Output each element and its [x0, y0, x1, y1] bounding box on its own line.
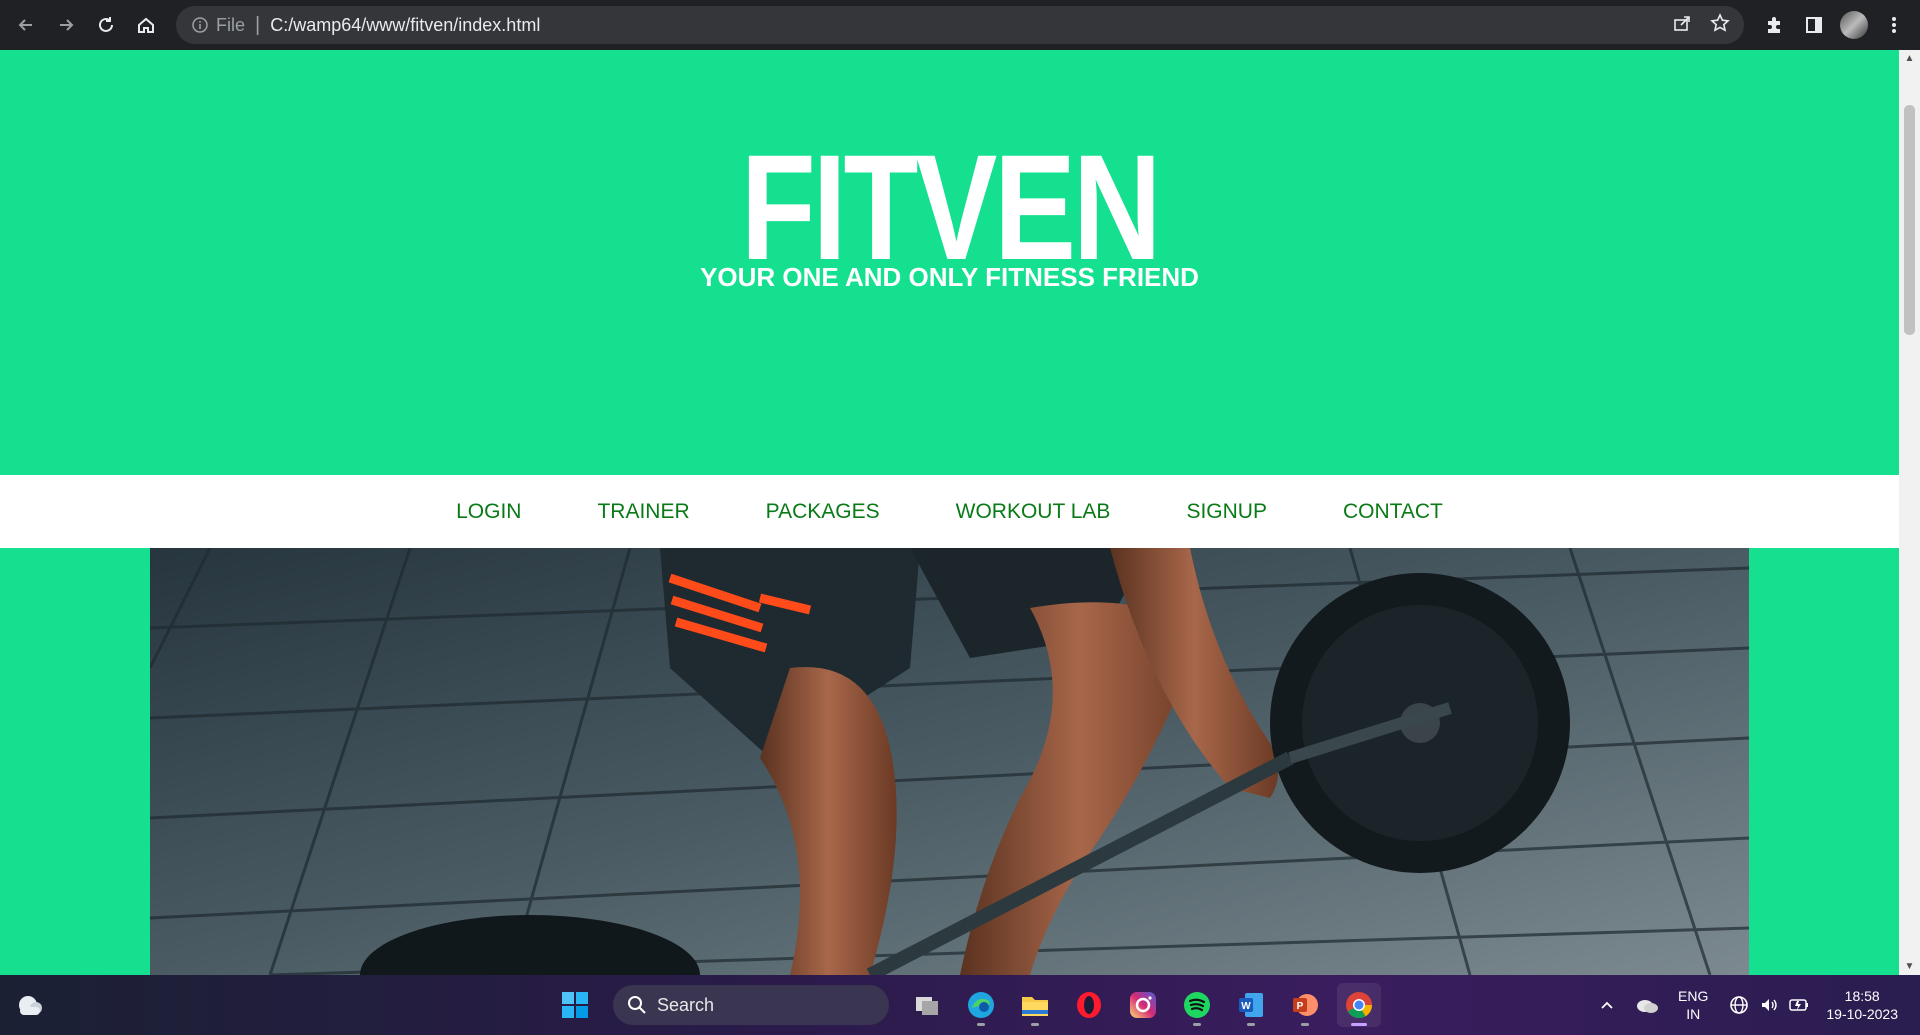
scroll-up-icon[interactable]: ▲ [1899, 50, 1920, 67]
windows-taskbar: Search W P ENG IN 18:58 19-10-2023 [0, 975, 1920, 1035]
extensions-icon[interactable] [1756, 7, 1792, 43]
running-indicator [1351, 1023, 1367, 1026]
share-icon[interactable] [1672, 13, 1692, 38]
avatar [1840, 11, 1868, 39]
nav-packages[interactable]: PACKAGES [728, 500, 918, 524]
spotify-icon [1184, 992, 1210, 1018]
reload-icon [99, 17, 113, 32]
network-icon[interactable] [1724, 990, 1754, 1020]
task-view-button[interactable] [905, 983, 949, 1027]
instagram-app[interactable] [1121, 983, 1165, 1027]
url-text[interactable]: C:/wamp64/www/fitven/index.html [270, 15, 540, 36]
nav-trainer[interactable]: TRAINER [559, 500, 727, 524]
spotify-app[interactable] [1175, 983, 1219, 1027]
nav-workout-lab[interactable]: WORKOUT LAB [918, 500, 1149, 524]
chrome-app[interactable] [1337, 983, 1381, 1027]
task-view-icon [916, 997, 938, 1015]
browser-toolbar: File | C:/wamp64/www/fitven/index.html [0, 0, 1920, 50]
scroll-thumb[interactable] [1904, 105, 1915, 335]
side-panel-icon[interactable] [1796, 7, 1832, 43]
file-explorer-app[interactable] [1013, 983, 1057, 1027]
folder-icon [1022, 997, 1048, 1016]
running-indicator [1301, 1023, 1309, 1026]
running-indicator [1247, 1023, 1255, 1026]
start-button[interactable] [553, 983, 597, 1027]
address-bar[interactable]: File | C:/wamp64/www/fitven/index.html [176, 6, 1744, 44]
home-button[interactable] [126, 5, 166, 45]
chevron-up-icon[interactable] [1592, 990, 1622, 1020]
search-icon [628, 996, 646, 1014]
hero-image [150, 548, 1749, 975]
running-indicator [1193, 1023, 1201, 1026]
edge-app[interactable] [959, 983, 1003, 1027]
running-indicator [977, 1023, 985, 1026]
profile-avatar[interactable] [1836, 7, 1872, 43]
search-placeholder: Search [657, 994, 715, 1015]
system-clock[interactable]: 18:58 19-10-2023 [1826, 987, 1898, 1023]
weather-widget-icon[interactable] [14, 989, 46, 1021]
more-menu-icon[interactable] [1876, 7, 1912, 43]
site-logo[interactable]: FITVEN [171, 132, 1728, 282]
site-nav: LOGIN TRAINER PACKAGES WORKOUT LAB SIGNU… [0, 475, 1899, 548]
nav-login[interactable]: LOGIN [418, 500, 559, 524]
page-scrollbar[interactable]: ▲ ▼ [1899, 50, 1920, 975]
powerpoint-app[interactable]: P [1283, 983, 1327, 1027]
nav-signup[interactable]: SIGNUP [1148, 500, 1305, 524]
onedrive-icon[interactable] [1632, 990, 1662, 1020]
volume-icon[interactable] [1754, 990, 1784, 1020]
system-tray: ENG IN 18:58 19-10-2023 [1592, 975, 1920, 1035]
chrome-icon [1346, 992, 1373, 1019]
battery-icon[interactable] [1784, 990, 1814, 1020]
language-indicator[interactable]: ENG IN [1678, 987, 1708, 1023]
reload-button[interactable] [86, 5, 126, 45]
region-code: IN [1686, 1006, 1701, 1022]
opera-icon [1077, 992, 1101, 1018]
instagram-icon [1130, 992, 1156, 1018]
opera-app[interactable] [1067, 983, 1111, 1027]
scheme-label: File [216, 14, 246, 35]
arrow-right-icon [60, 19, 74, 31]
powerpoint-icon: P [1293, 994, 1318, 1016]
windows-logo-icon [562, 992, 588, 1018]
running-indicator [1031, 1023, 1039, 1026]
edge-icon [968, 992, 994, 1018]
web-page: FITVEN YOUR ONE AND ONLY FITNESS FRIEND … [0, 50, 1899, 975]
clock-date: 19-10-2023 [1826, 1006, 1898, 1022]
back-button[interactable] [6, 5, 46, 45]
nav-contact[interactable]: CONTACT [1305, 500, 1481, 524]
arrow-left-icon [18, 19, 32, 31]
forward-button[interactable] [46, 5, 86, 45]
scroll-down-icon[interactable]: ▼ [1899, 958, 1920, 975]
taskbar-apps: Search W P [553, 975, 1381, 1035]
word-icon: W [1239, 993, 1263, 1017]
clock-time: 18:58 [1844, 988, 1880, 1004]
language-code: ENG [1678, 988, 1709, 1004]
browser-actions [1756, 0, 1920, 50]
site-tagline: YOUR ONE AND ONLY FITNESS FRIEND [700, 262, 1199, 292]
info-icon[interactable] [190, 15, 210, 35]
omnibox-separator: | [255, 13, 261, 36]
svg-text:W: W [1241, 1001, 1251, 1012]
word-app[interactable]: W [1229, 983, 1273, 1027]
bookmark-star-icon[interactable] [1710, 12, 1730, 38]
taskbar-search[interactable]: Search [613, 985, 889, 1025]
home-icon [138, 17, 154, 33]
site-header: FITVEN YOUR ONE AND ONLY FITNESS FRIEND [0, 50, 1899, 475]
svg-text:P: P [1297, 1001, 1304, 1012]
